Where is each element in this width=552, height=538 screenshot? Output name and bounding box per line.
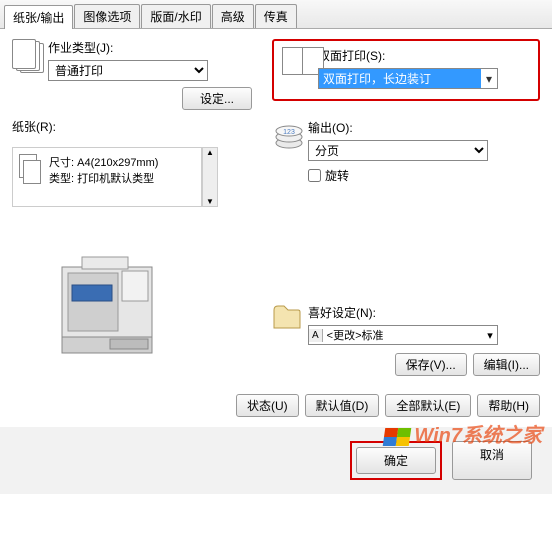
paper-info-box[interactable]: 尺寸: A4(210x297mm) 类型: 打印机默认类型 bbox=[12, 147, 202, 207]
duplex-select[interactable]: 双面打印，长边装订 ▾ bbox=[318, 68, 498, 89]
rotate-checkbox[interactable] bbox=[308, 169, 321, 182]
ok-button[interactable]: 确定 bbox=[356, 447, 436, 474]
paper-size-text: 尺寸: A4(210x297mm) bbox=[49, 154, 158, 170]
tab-image-options[interactable]: 图像选项 bbox=[74, 4, 140, 28]
job-type-label: 作业类型(J): bbox=[48, 39, 252, 56]
favorite-edit-button[interactable]: 编辑(I)... bbox=[473, 353, 540, 376]
favorite-select[interactable]: A <更改>标准 ▾ bbox=[308, 325, 498, 345]
printer-icon bbox=[42, 237, 172, 367]
favorite-label: 喜好设定(N): bbox=[308, 304, 540, 321]
tab-bar: 纸张/输出 图像选项 版面/水印 高级 传真 bbox=[0, 0, 552, 29]
paper-scrollbar[interactable]: ▲ ▼ bbox=[202, 147, 218, 207]
duplex-highlight: 双面打印(S): 双面打印，长边装订 ▾ bbox=[272, 39, 540, 101]
job-type-select[interactable]: 普通打印 bbox=[48, 60, 208, 81]
scroll-up-icon[interactable]: ▲ bbox=[203, 148, 217, 157]
defaults-button[interactable]: 默认值(D) bbox=[305, 394, 380, 417]
tab-content: 作业类型(J): 普通打印 设定... 纸张(R): bbox=[0, 29, 552, 427]
favorite-icon bbox=[272, 304, 308, 340]
paper-label: 纸张(R): bbox=[12, 118, 252, 135]
paper-type-text: 类型: 打印机默认类型 bbox=[49, 170, 158, 186]
dropdown-arrow-icon: ▾ bbox=[481, 72, 497, 86]
all-defaults-button[interactable]: 全部默认(E) bbox=[385, 394, 471, 417]
dialog-footer: Win7系统之家 确定 取消 bbox=[0, 427, 552, 494]
output-select[interactable]: 分页 bbox=[308, 140, 488, 161]
job-type-icon bbox=[12, 39, 48, 75]
duplex-selected-value: 双面打印，长边装订 bbox=[319, 69, 481, 88]
printer-preview bbox=[12, 207, 252, 370]
svg-text:123: 123 bbox=[283, 129, 295, 136]
paper-icon bbox=[19, 154, 49, 200]
ok-highlight: 确定 bbox=[350, 441, 442, 480]
job-type-settings-button[interactable]: 设定... bbox=[182, 87, 252, 110]
favorite-value: <更改>标准 bbox=[323, 327, 483, 343]
duplex-icon bbox=[282, 47, 318, 83]
tab-layout-watermark[interactable]: 版面/水印 bbox=[141, 4, 210, 28]
tab-advanced[interactable]: 高级 bbox=[212, 4, 254, 28]
status-button[interactable]: 状态(U) bbox=[236, 394, 299, 417]
tab-fax[interactable]: 传真 bbox=[255, 4, 297, 28]
cancel-button[interactable]: 取消 bbox=[452, 441, 532, 480]
duplex-label: 双面打印(S): bbox=[318, 47, 530, 64]
rotate-label: 旋转 bbox=[325, 167, 349, 184]
output-icon: 123 bbox=[272, 119, 308, 155]
favorite-badge: A bbox=[309, 329, 323, 342]
output-label: 输出(O): bbox=[308, 119, 540, 136]
help-button[interactable]: 帮助(H) bbox=[477, 394, 540, 417]
scroll-down-icon[interactable]: ▼ bbox=[203, 197, 217, 206]
favorite-save-button[interactable]: 保存(V)... bbox=[395, 353, 467, 376]
tab-paper-output[interactable]: 纸张/输出 bbox=[4, 5, 73, 29]
dropdown-arrow-icon: ▾ bbox=[483, 329, 497, 342]
